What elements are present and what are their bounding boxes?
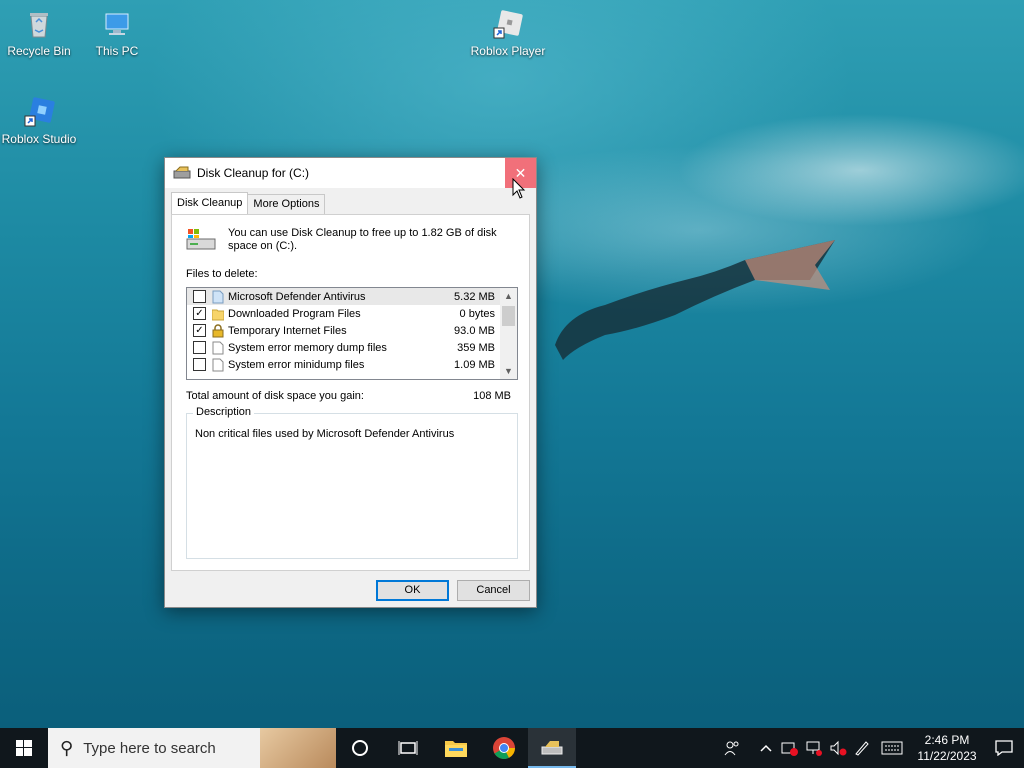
ok-button[interactable]: OK <box>376 580 449 601</box>
files-to-delete-label: Files to delete: <box>186 268 258 280</box>
list-item[interactable]: System error minidump files 1.09 MB <box>187 356 517 373</box>
desktop-icon-this-pc[interactable]: This PC <box>75 8 159 58</box>
tab-disk-cleanup[interactable]: Disk Cleanup <box>171 192 249 214</box>
desktop-icon-label: Roblox Studio <box>1 132 77 146</box>
checkbox-minidump-files[interactable] <box>193 358 206 371</box>
wallpaper-diver-image <box>555 240 835 360</box>
chrome-icon <box>493 737 515 759</box>
title-bar[interactable]: Disk Cleanup for (C:) ✕ <box>165 158 536 188</box>
clock[interactable]: 2:46 PM 11/22/2023 <box>910 732 984 764</box>
desktop-icon-label: This PC <box>95 44 139 58</box>
disk-cleanup-app-icon <box>541 741 563 755</box>
file-icon <box>212 341 224 354</box>
checkbox-memory-dump-files[interactable] <box>193 341 206 354</box>
people-icon[interactable] <box>720 728 744 768</box>
file-size: 1.09 MB <box>454 358 495 371</box>
file-name: Downloaded Program Files <box>228 307 361 320</box>
tab-bar: Disk Cleanup More Options <box>171 192 326 214</box>
desktop-icon-roblox-player[interactable]: Roblox Player <box>466 8 550 58</box>
list-item[interactable]: System error memory dump files 359 MB <box>187 339 517 356</box>
file-size: 93.0 MB <box>454 324 495 337</box>
list-item[interactable]: Microsoft Defender Antivirus 5.32 MB <box>187 288 517 305</box>
computer-icon <box>101 8 133 40</box>
recycle-bin-icon <box>23 8 55 40</box>
chevron-up-icon[interactable] <box>754 728 778 768</box>
file-name: Microsoft Defender Antivirus <box>228 290 366 303</box>
folder-icon <box>212 309 224 320</box>
desktop-icon-label: Roblox Player <box>470 44 546 58</box>
disk-cleanup-dialog: Disk Cleanup for (C:) ✕ Disk Cleanup Mor… <box>164 157 537 608</box>
total-gain-row: Total amount of disk space you gain: 108… <box>186 390 511 402</box>
file-name: System error minidump files <box>228 358 365 371</box>
description-label: Description <box>193 406 255 418</box>
file-explorer-button[interactable] <box>432 728 480 768</box>
chrome-button[interactable] <box>480 728 528 768</box>
action-center-button[interactable] <box>984 728 1024 768</box>
cortana-button[interactable] <box>336 728 384 768</box>
notification-icon <box>995 740 1013 756</box>
taskbar: ⚲ Type here to search 2:46 PM 11/22/2023 <box>0 728 1024 768</box>
files-list[interactable]: Microsoft Defender Antivirus 5.32 MB ✓ D… <box>186 287 518 380</box>
file-icon <box>212 290 224 303</box>
file-icon <box>212 358 224 371</box>
list-item[interactable]: ✓ Temporary Internet Files 93.0 MB <box>187 322 517 339</box>
start-button[interactable] <box>0 728 48 768</box>
search-icon: ⚲ <box>60 737 74 758</box>
mouse-cursor-icon <box>512 178 526 199</box>
roblox-studio-icon <box>23 96 55 128</box>
disk-cleanup-taskbar-button[interactable] <box>528 728 576 768</box>
intro-message: You can use Disk Cleanup to free up to 1… <box>228 227 497 252</box>
checkbox-downloaded-program-files[interactable]: ✓ <box>193 307 206 320</box>
search-box[interactable]: ⚲ Type here to search <box>48 728 336 768</box>
files-list-scrollbar[interactable]: ▲ ▼ <box>500 288 517 379</box>
desktop-icon-recycle-bin[interactable]: Recycle Bin <box>0 8 81 58</box>
file-name: Temporary Internet Files <box>228 324 347 337</box>
checkbox-temporary-internet-files[interactable]: ✓ <box>193 324 206 337</box>
scroll-up-icon[interactable]: ▲ <box>500 288 517 304</box>
search-highlight-image <box>260 728 336 768</box>
pen-icon[interactable] <box>850 728 874 768</box>
total-gain-label: Total amount of disk space you gain: <box>186 390 364 402</box>
total-gain-value: 108 MB <box>473 390 511 402</box>
file-size: 5.32 MB <box>454 290 495 303</box>
desktop-icon-label: Recycle Bin <box>7 44 71 58</box>
scrollbar-thumb[interactable] <box>502 306 515 326</box>
windows-logo-icon <box>16 740 32 756</box>
clock-date: 11/22/2023 <box>917 749 977 763</box>
disk-cleanup-app-icon <box>173 166 191 179</box>
search-placeholder: Type here to search <box>83 739 216 757</box>
list-item[interactable]: ✓ Downloaded Program Files 0 bytes <box>187 305 517 322</box>
clock-time: 2:46 PM <box>924 733 970 747</box>
volume-muted-icon[interactable] <box>826 728 850 768</box>
file-name: System error memory dump files <box>228 341 387 354</box>
tab-more-options[interactable]: More Options <box>247 194 326 214</box>
task-view-button[interactable] <box>384 728 432 768</box>
folder-icon <box>445 741 467 757</box>
cortana-icon <box>352 740 368 756</box>
checkbox-microsoft-defender[interactable] <box>193 290 206 303</box>
file-size: 359 MB <box>457 341 495 354</box>
drive-icon <box>186 229 216 250</box>
system-tray: 2:46 PM 11/22/2023 <box>720 728 1024 768</box>
intro-section: You can use Disk Cleanup to free up to 1… <box>186 227 498 253</box>
lock-icon <box>212 323 224 337</box>
tab-panel: You can use Disk Cleanup to free up to 1… <box>171 214 530 571</box>
cancel-button[interactable]: Cancel <box>457 580 530 601</box>
security-alert-icon[interactable] <box>778 728 802 768</box>
description-text: Non critical files used by Microsoft Def… <box>195 428 455 440</box>
description-group: Description Non critical files used by M… <box>186 406 518 559</box>
scroll-down-icon[interactable]: ▼ <box>500 363 517 379</box>
desktop-icon-roblox-studio[interactable]: Roblox Studio <box>0 96 81 146</box>
keyboard-icon[interactable] <box>874 728 910 768</box>
roblox-player-icon <box>492 8 524 40</box>
task-view-icon <box>398 741 418 755</box>
network-icon[interactable] <box>802 728 826 768</box>
file-size: 0 bytes <box>459 307 495 320</box>
dialog-title: Disk Cleanup for (C:) <box>197 166 310 180</box>
